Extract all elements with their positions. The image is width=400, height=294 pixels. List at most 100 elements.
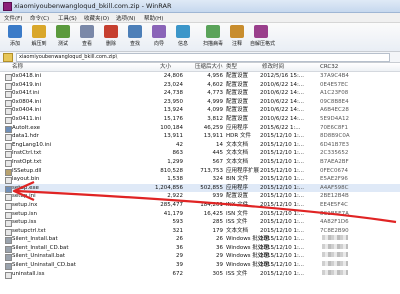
- menu-file[interactable]: 文件(F): [4, 14, 22, 22]
- file-row[interactable]: uninstall.iss 672 305 ISS 文件 2015/12/10 1:..…: [0, 269, 400, 279]
- file-size: 863: [172, 150, 184, 157]
- file-modified: 2015/6/22 1:...: [260, 124, 301, 131]
- file-row[interactable]: 0x0419.ini 23,024 4,602 配置设置 2010/6/22 14:..…: [0, 81, 400, 90]
- file-modified: 2015/12/10 1:...: [260, 167, 305, 174]
- file-name: 0x041f.ini: [12, 90, 40, 97]
- virus-scan-icon: [206, 25, 220, 38]
- menu-tools[interactable]: 工具(S): [58, 14, 77, 22]
- toolbar-button-7[interactable]: 信息: [172, 25, 194, 49]
- menu-commands[interactable]: 命令(C): [30, 14, 49, 22]
- delete-icon: [104, 25, 118, 38]
- winrar-app-icon: [3, 2, 12, 11]
- file-size: 13,924: [163, 107, 183, 114]
- toolbar-button-4[interactable]: 删除: [100, 25, 122, 49]
- menu-options[interactable]: 选项(N): [116, 14, 135, 22]
- address-bar: xiaomiyoubenwangloqud_bkill.com.zip\: [0, 52, 400, 63]
- toolbar-button-3[interactable]: 查看: [76, 25, 98, 49]
- file-type: 配置设置: [226, 107, 249, 114]
- file-row[interactable]: Silent_Install.bat 26 26 Windows 批处理... 2015…: [0, 235, 400, 245]
- file-packed-size: 305: [212, 270, 224, 277]
- file-row[interactable]: ISSetup.dll 810,528 713,753 应用程序扩展 2015/12/1…: [0, 167, 400, 176]
- file-row[interactable]: setup.inx 285,477 184,201 INX 文件 2015/12/10 …: [0, 201, 400, 210]
- file-packed-size: 39: [216, 262, 223, 269]
- file-crc: 8D8B9C0A: [320, 133, 350, 140]
- file-row[interactable]: setupctrl.txt 321 179 文本文档 2015/12/10 1:... 7…: [0, 227, 400, 236]
- file-modified: 2015/12/10 1:...: [260, 141, 305, 148]
- file-list-header: 名称 大小 压缩后大小 类型 修改时间 CRC32: [0, 63, 400, 72]
- file-size: 23,024: [163, 81, 183, 88]
- toolbar-button-0[interactable]: 添加: [4, 25, 26, 49]
- toolbar-button-9[interactable]: 注释: [226, 25, 248, 49]
- file-row[interactable]: 0x0418.ini 24,806 4,956 配置设置 2012/5/16 15:..…: [0, 72, 400, 81]
- file-packed-size: 26: [216, 236, 223, 243]
- file-row[interactable]: InstCtrl.txt 863 445 文本文档 2015/12/10 1:... 2C…: [0, 149, 400, 159]
- column-packed[interactable]: 压缩后大小: [195, 63, 223, 71]
- comment-icon: [230, 25, 244, 38]
- toolbar-button-8[interactable]: 扫描病毒: [202, 25, 224, 49]
- toolbar-button-6[interactable]: 向导: [148, 25, 170, 49]
- column-crc[interactable]: CRC32: [320, 63, 338, 71]
- column-size[interactable]: 大小: [160, 63, 171, 71]
- file-packed-size: 179: [212, 227, 224, 234]
- pixelated-crc-mosaic: [322, 243, 348, 249]
- file-size: 15,176: [163, 115, 183, 122]
- pixelated-crc-mosaic: [322, 269, 348, 275]
- file-name: Silent_Install.bat: [12, 236, 58, 243]
- file-row[interactable]: 0x0804.ini 23,950 4,999 配置设置 2010/6/22 14:..…: [0, 98, 400, 107]
- up-folder-icon[interactable]: [3, 53, 13, 62]
- file-row[interactable]: setup.ini 2,922 939 配置设置 2015/12/10 1:... 2BE…: [0, 192, 400, 202]
- file-type: ISS 文件: [226, 270, 248, 277]
- menu-favorites[interactable]: 收藏夹(O): [84, 14, 109, 22]
- toolbar-button-label: 注释: [231, 41, 242, 47]
- file-packed-size: 713,753: [200, 167, 223, 174]
- file-row[interactable]: 0x0404.ini 13,924 4,099 配置设置 2010/6/22 14:..…: [0, 106, 400, 116]
- menu-help[interactable]: 帮助(H): [144, 14, 163, 22]
- file-type: 文本文档: [226, 158, 249, 165]
- file-type: 配置设置: [226, 98, 249, 105]
- file-packed-size: 4,956: [207, 73, 223, 79]
- file-row[interactable]: AutoIt.exe 100,184 46,259 应用程序 2015/6/22 1:.…: [0, 124, 400, 133]
- toolbar-button-5[interactable]: 查找: [124, 25, 146, 49]
- file-row[interactable]: setup.iss 593 285 ISS 文件 2015/12/10 1:... 4A8…: [0, 218, 400, 228]
- file-row[interactable]: EngLang10.ini 42 14 文本文档 2015/12/10 1:... 6D4…: [0, 141, 400, 150]
- file-icon: [5, 271, 12, 279]
- file-row[interactable]: Silent_Uninstall.bat 29 29 Windows 批处理... 20…: [0, 252, 400, 262]
- window-title: xiaomiyoubenwangloqud_bkill.com.zip - Wi…: [14, 2, 172, 10]
- file-row[interactable]: InstOpt.txt 1,299 567 文本文档 2015/12/10 1:... B…: [0, 158, 400, 167]
- file-name: setup.exe: [12, 184, 39, 191]
- column-name[interactable]: 名称: [12, 63, 23, 71]
- toolbar-button-10[interactable]: 自解压格式: [250, 25, 275, 49]
- file-name: EngLang10.ini: [12, 141, 52, 148]
- file-row[interactable]: layout.bin 1,538 324 BIN 文件 2015/12/10 1:...…: [0, 175, 400, 185]
- info-icon: [176, 25, 190, 38]
- file-size: 593: [172, 219, 184, 226]
- column-type[interactable]: 类型: [226, 63, 237, 71]
- toolbar-button-label: 查找: [129, 41, 140, 47]
- file-name: layout.bin: [12, 176, 40, 183]
- file-type: 应用程序扩展: [226, 167, 260, 174]
- file-crc: E5AE2F96: [320, 176, 348, 183]
- file-crc: 8C1B5E7A: [320, 210, 349, 217]
- file-row[interactable]: setup.isn 41,179 16,425 ISN 文件 2015/12/10 1:…: [0, 210, 400, 219]
- file-modified: 2015/12/10 1:...: [260, 193, 305, 200]
- file-row[interactable]: Silent_Uninstall_CD.bat 39 39 Windows 批处理..…: [0, 261, 400, 271]
- extract-to-icon: [32, 25, 46, 38]
- toolbar-button-1[interactable]: 解压到: [28, 25, 50, 49]
- file-name: uninstall.iss: [12, 270, 45, 277]
- column-modified[interactable]: 修改时间: [262, 63, 284, 71]
- toolbar-button-label: 扫描病毒: [202, 41, 223, 47]
- file-name: setup.iss: [12, 219, 37, 226]
- file-row[interactable]: data1.hdr 13,911 13,911 HDR 文件 2015/12/10 1:…: [0, 132, 400, 142]
- file-packed-size: 4,773: [207, 90, 223, 97]
- file-row[interactable]: 0x0411.ini 15,176 3,812 配置设置 2010/6/22 14:..…: [0, 115, 400, 124]
- add-icon: [8, 25, 22, 38]
- file-modified: 2015/12/10 1:...: [260, 270, 305, 277]
- file-modified: 2015/12/10 1:...: [260, 253, 305, 260]
- file-row[interactable]: 0x041f.ini 24,738 4,773 配置设置 2010/6/22 14:..…: [0, 89, 400, 99]
- toolbar-button-2[interactable]: 测试: [52, 25, 74, 49]
- file-row[interactable]: setup.exe 1,204,856 502,855 应用程序 2015/12/10 …: [0, 183, 400, 193]
- toolbar: 添加 解压到 测试 查看 删除 查找 向导 信息 扫描病毒 注释 自解压格式: [0, 23, 400, 52]
- file-name: InstCtrl.txt: [12, 150, 42, 157]
- address-path[interactable]: xiaomiyoubenwangloqud_bkill.com.zip\: [16, 53, 390, 62]
- file-row[interactable]: Silent_Install_CD.bat 36 36 Windows 批处理... 2…: [0, 243, 400, 253]
